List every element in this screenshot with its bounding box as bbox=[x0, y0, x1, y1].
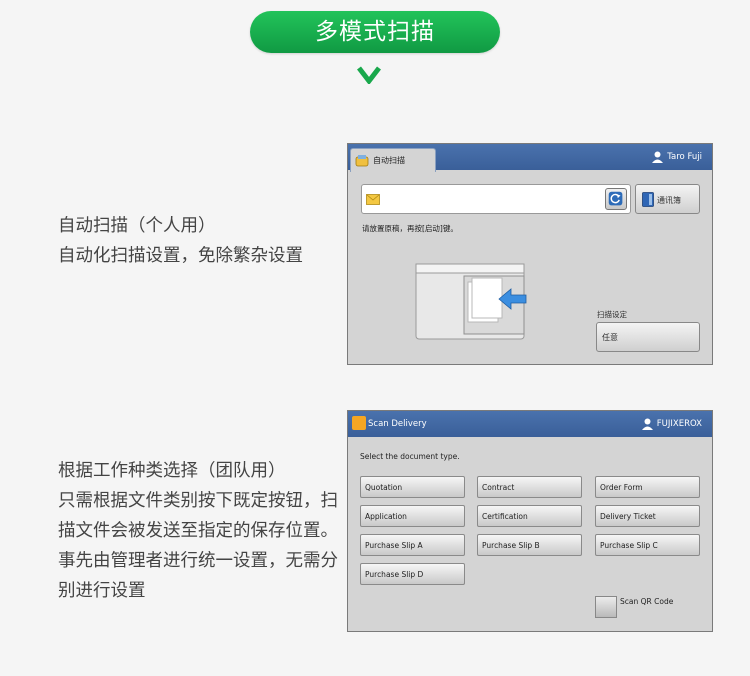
personal-description: 自动扫描（个人用） 自动化扫描设置，免除繁杂设置 bbox=[58, 211, 348, 271]
refresh-icon bbox=[608, 191, 623, 206]
scanner-illustration bbox=[415, 263, 527, 340]
doc-button-certification[interactable]: Certification bbox=[477, 505, 582, 527]
scan-qr-code-checkbox[interactable] bbox=[595, 596, 617, 618]
chevron-down-icon bbox=[357, 66, 381, 84]
scan-delivery-screen: Scan Delivery FUJIXEROX Select the docum… bbox=[347, 410, 713, 632]
title-bar: 自动扫描 Taro Fuji bbox=[348, 144, 712, 172]
team-heading: 根据工作种类选择（团队用） bbox=[58, 461, 286, 481]
user-name: Taro Fuji bbox=[667, 152, 702, 162]
screen-title: Scan Delivery bbox=[368, 419, 427, 429]
scan-settings-button[interactable]: 任意 bbox=[596, 322, 700, 352]
tab-auto-scan[interactable]: 自动扫描 bbox=[350, 148, 436, 172]
scan-app-icon bbox=[355, 155, 369, 167]
doc-button-purchase-slip-c[interactable]: Purchase Slip C bbox=[595, 534, 700, 556]
mail-icon bbox=[366, 194, 380, 205]
instruction-text: Select the document type. bbox=[360, 452, 460, 461]
team-description: 根据工作种类选择（团队用） 只需根据文件类别按下既定按钮，扫描文件会被发送至指定… bbox=[58, 456, 343, 606]
doc-button-application[interactable]: Application bbox=[360, 505, 465, 527]
user-name: FUJIXEROX bbox=[656, 419, 702, 429]
instruction-message: 请放置原稿，再按[启动]键。 bbox=[362, 224, 458, 233]
user-indicator[interactable]: FUJIXEROX bbox=[641, 418, 702, 430]
doc-button-purchase-slip-b[interactable]: Purchase Slip B bbox=[477, 534, 582, 556]
user-indicator[interactable]: Taro Fuji bbox=[652, 151, 702, 163]
doc-button-delivery-ticket[interactable]: Delivery Ticket bbox=[595, 505, 700, 527]
address-book-icon bbox=[642, 192, 654, 207]
team-body: 只需根据文件类别按下既定按钮，扫描文件会被发送至指定的保存位置。事先由管理者进行… bbox=[58, 491, 338, 601]
title-bar: Scan Delivery FUJIXEROX bbox=[348, 411, 712, 437]
user-icon bbox=[641, 418, 653, 430]
tab-label: 自动扫描 bbox=[373, 156, 405, 165]
scan-settings-label: 扫描设定 bbox=[597, 310, 627, 319]
refresh-button[interactable] bbox=[605, 188, 627, 210]
destination-field[interactable] bbox=[361, 184, 631, 214]
scan-delivery-icon bbox=[352, 416, 366, 430]
doc-button-purchase-slip-a[interactable]: Purchase Slip A bbox=[360, 534, 465, 556]
doc-button-quotation[interactable]: Quotation bbox=[360, 476, 465, 498]
personal-body: 自动化扫描设置，免除繁杂设置 bbox=[58, 246, 303, 266]
section-title-badge: 多模式扫描 bbox=[250, 11, 500, 53]
user-icon bbox=[652, 151, 664, 163]
address-book-button[interactable]: 通讯簿 bbox=[635, 184, 700, 214]
doc-button-contract[interactable]: Contract bbox=[477, 476, 582, 498]
auto-scan-screen: 自动扫描 Taro Fuji 通讯簿 请放置原稿，再按[启动]键。 扫描设定 任… bbox=[347, 143, 713, 365]
doc-button-order-form[interactable]: Order Form bbox=[595, 476, 700, 498]
doc-button-purchase-slip-d[interactable]: Purchase Slip D bbox=[360, 563, 465, 585]
scan-qr-code-label: Scan QR Code bbox=[620, 597, 674, 606]
scan-settings-value: 任意 bbox=[602, 333, 618, 342]
address-book-label: 通讯簿 bbox=[657, 196, 681, 205]
personal-heading: 自动扫描（个人用） bbox=[58, 216, 216, 236]
